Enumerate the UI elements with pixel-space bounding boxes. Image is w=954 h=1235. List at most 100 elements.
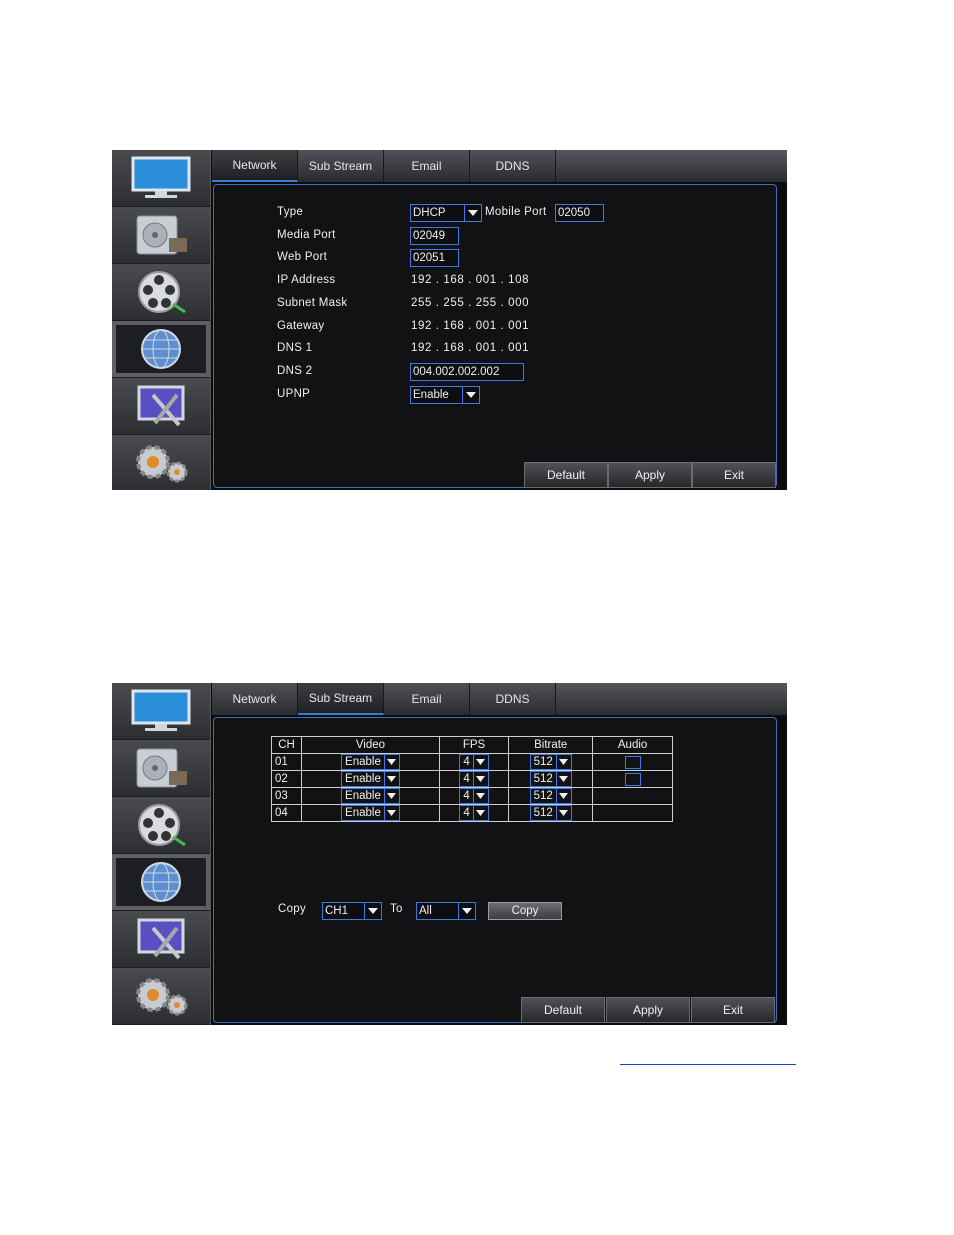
subnet-mask-label: Subnet Mask [277,297,348,309]
chevron-down-icon [383,772,399,786]
video-value: Enable [345,773,381,785]
sidebar-item-record[interactable] [112,207,210,264]
cell-ch: 03 [270,787,303,805]
default-button[interactable]: Default [524,462,608,488]
cell-bitrate: 512 [508,770,594,788]
tab-ddns[interactable]: DDNS [470,150,556,182]
cell-video: Enable [301,787,440,805]
upnp-select[interactable]: Enable [410,386,480,404]
video-select[interactable]: Enable [341,754,400,770]
cell-video: Enable [301,804,440,822]
table-header-row: CH Video FPS Bitrate Audio [270,736,673,754]
cell-fps: 4 [438,787,510,805]
hyperlink-underline[interactable] [620,1064,796,1065]
video-select[interactable]: Enable [341,788,400,804]
tab-email[interactable]: Email [384,683,470,715]
chevron-down-icon [383,755,399,769]
sidebar-item-record[interactable] [112,740,210,797]
apply-button[interactable]: Apply [606,997,690,1023]
tab-network[interactable]: Network [212,683,298,715]
cell-audio [592,787,673,805]
sidebar [112,683,211,1025]
chevron-down-icon [462,387,479,403]
sidebar-item-advanced[interactable] [112,911,210,968]
bitrate-select[interactable]: 512 [529,788,572,804]
mobile-port-label: Mobile Port [485,206,547,218]
dns2-field[interactable]: 004.002.002.002 [410,363,524,381]
sidebar-item-playback[interactable] [112,264,210,321]
network-panel: Type DHCP Mobile Port 02050 Media Port 0… [213,184,777,488]
sidebar-item-system[interactable] [112,968,210,1025]
chevron-down-icon [364,903,381,919]
copy-to-select[interactable]: All [416,902,476,920]
exit-button[interactable]: Exit [691,997,775,1023]
gateway-label: Gateway [277,320,325,332]
fps-select[interactable]: 4 [459,788,489,804]
tab-email[interactable]: Email [384,150,470,182]
tab-ddns[interactable]: DDNS [470,683,556,715]
chevron-down-icon [383,789,399,803]
apply-button[interactable]: Apply [608,462,692,488]
media-port-label: Media Port [277,229,336,241]
copy-button[interactable]: Copy [488,902,562,920]
table-row: 03 Enable 4 512 [270,787,673,805]
cell-ch: 04 [270,804,303,822]
video-value: Enable [345,790,381,802]
chevron-down-icon [472,772,488,786]
ip-address-value[interactable]: 192 . 168 . 001 . 108 [411,274,529,286]
media-port-field[interactable]: 02049 [410,227,459,245]
mobile-port-field[interactable]: 02050 [555,204,604,222]
chevron-down-icon [472,806,488,820]
video-select[interactable]: Enable [341,805,400,821]
upnp-value: Enable [413,389,449,401]
bitrate-select[interactable]: 512 [529,805,572,821]
column-header-fps: FPS [438,736,510,754]
video-select[interactable]: Enable [341,771,400,787]
sidebar-item-network[interactable] [112,321,210,378]
table-row: 04 Enable 4 512 [270,804,673,822]
fps-select[interactable]: 4 [459,771,489,787]
fps-select[interactable]: 4 [459,805,489,821]
sidebar-item-network[interactable] [112,854,210,911]
ip-address-label: IP Address [277,274,336,286]
fps-select[interactable]: 4 [459,754,489,770]
column-header-ch: CH [270,736,303,754]
audio-checkbox[interactable] [624,755,641,769]
bitrate-select[interactable]: 512 [529,771,572,787]
column-header-audio: Audio [592,736,673,754]
audio-checkbox[interactable] [624,772,641,786]
cell-bitrate: 512 [508,753,594,771]
chevron-down-icon [464,205,481,221]
tab-bar: Network Sub Stream Email DDNS [212,683,787,715]
sidebar-item-playback[interactable] [112,797,210,854]
sidebar-item-display[interactable] [112,150,210,207]
web-port-field[interactable]: 02051 [410,249,459,267]
copy-from-select[interactable]: CH1 [322,902,382,920]
chevron-down-icon [555,806,571,820]
default-button[interactable]: Default [521,997,605,1023]
sidebar-item-display[interactable] [112,683,210,740]
monitor-icon [131,156,191,198]
tab-sub-stream[interactable]: Sub Stream [298,683,384,715]
copy-to-value: All [419,905,432,917]
sidebar-item-advanced[interactable] [112,378,210,435]
type-select[interactable]: DHCP [410,204,482,222]
film-reel-icon [138,271,186,314]
bitrate-value: 512 [533,807,553,819]
cell-fps: 4 [438,804,510,822]
dns2-label: DNS 2 [277,365,313,377]
exit-button[interactable]: Exit [692,462,776,488]
disk-icon [136,748,187,788]
gateway-value[interactable]: 192 . 168 . 001 . 001 [411,320,529,332]
sidebar-item-system[interactable] [112,435,210,490]
subnet-mask-value[interactable]: 255 . 255 . 255 . 000 [411,297,529,309]
cell-fps: 4 [438,770,510,788]
gears-icon [136,445,188,483]
globe-icon [141,862,181,902]
tab-sub-stream[interactable]: Sub Stream [298,150,384,182]
bitrate-select[interactable]: 512 [529,754,572,770]
cell-audio [592,753,673,771]
table-row: 01 Enable 4 512 [270,753,673,771]
tab-network[interactable]: Network [212,150,298,182]
dns1-value[interactable]: 192 . 168 . 001 . 001 [411,342,529,354]
